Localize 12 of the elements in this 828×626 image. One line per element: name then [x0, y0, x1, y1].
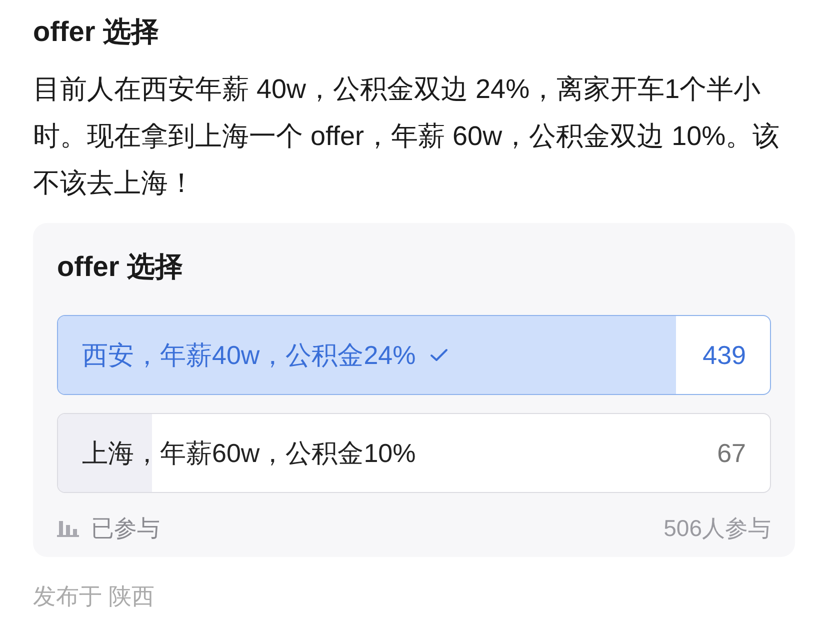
- participant-count: 506人参与: [664, 514, 771, 542]
- post-body: 目前人在西安年薪 40w，公积金双边 24%，离家开车1个半小时。现在拿到上海一个 offer，年薪 60w，公积金双边 10%。该不该去上海！: [33, 73, 781, 200]
- poll-title: offer 选择: [57, 250, 184, 284]
- poll-option[interactable]: 西安，年薪40w，公积金24% 439: [57, 315, 771, 395]
- post-title: offer 选择: [33, 15, 160, 49]
- vote-count: 439: [702, 340, 746, 370]
- post-location: 发布于 陕西: [33, 582, 156, 611]
- vote-count: 67: [717, 438, 746, 468]
- bar-chart-icon: [57, 519, 79, 537]
- poll-option[interactable]: 上海，年薪60w，公积金10% 67: [57, 413, 771, 493]
- poll-status: 已参与: [91, 514, 160, 542]
- check-icon: [430, 348, 448, 362]
